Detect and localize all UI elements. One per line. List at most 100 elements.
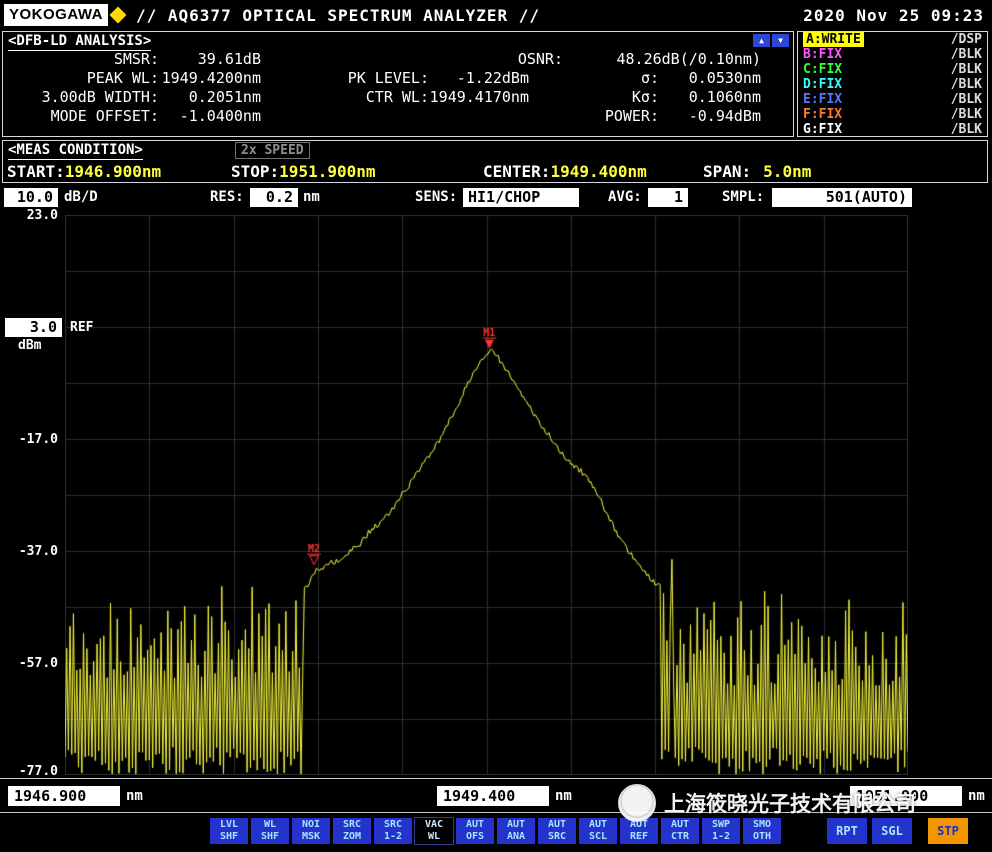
stop-value: 1951.900nm [279, 162, 375, 181]
res-field[interactable]: 0.2 [250, 188, 298, 207]
start-value: 1946.900nm [65, 162, 161, 181]
app-title: // AQ6377 OPTICAL SPECTRUM ANALYZER // [136, 6, 540, 25]
smpl-label: SMPL: [722, 189, 764, 205]
softkey-aut-scl[interactable]: AUTSCL [579, 818, 617, 844]
power-value: -0.94dBm [659, 107, 761, 125]
divider-above-toolbar [0, 812, 992, 813]
ref-level-field[interactable]: 3.0 [5, 318, 62, 337]
stp-button[interactable]: STP [928, 818, 968, 844]
spectrum-canvas [65, 215, 908, 775]
softkey-lvl-shf[interactable]: LVLSHF [210, 818, 248, 844]
osnr-value: 48.26dB(/0.10nm) [609, 50, 761, 68]
trace-g-name: G:FIX [803, 122, 842, 137]
trace-e-name: E:FIX [803, 92, 842, 107]
softkey-wl-shf[interactable]: WLSHF [251, 818, 289, 844]
meas-condition-panel: <MEAS CONDITION> 2x SPEED START:1946.900… [2, 140, 988, 183]
softkey-swp-1-2[interactable]: SWP1-2 [702, 818, 740, 844]
smpl-field[interactable]: 501(AUTO) [772, 188, 912, 207]
trace-row-e[interactable]: E:FIX /BLK [798, 92, 987, 107]
sigma-label: σ: [559, 69, 659, 87]
trace-row-g[interactable]: G:FIX /BLK [798, 122, 987, 137]
pk-level-value: -1.22dBm [429, 69, 529, 87]
start-wl-field[interactable]: 1946.900 [8, 786, 120, 806]
trace-row-a[interactable]: A:WRITE /DSP [798, 32, 987, 47]
trace-f-mode: /BLK [951, 107, 982, 122]
x-left-unit: nm [126, 788, 143, 804]
sigma-value: 0.0530nm [659, 69, 761, 87]
start-wl-group: START:1946.900nm [7, 162, 161, 181]
level-scale-field[interactable]: 10.0 [4, 188, 58, 207]
span-group: SPAN: 5.0nm [703, 162, 811, 181]
trace-row-b[interactable]: B:FIX /BLK [798, 47, 987, 62]
trace-d-mode: /BLK [951, 77, 982, 92]
dfb-panel-title: <DFB-LD ANALYSIS> [8, 33, 151, 51]
trace-status-panel: A:WRITE /DSP B:FIX /BLK C:FIX /BLK D:FIX… [797, 31, 988, 137]
speed-badge: 2x SPEED [235, 142, 310, 159]
sens-value: HI1/CHOP [468, 188, 540, 206]
center-wl-group: CENTER:1949.400nm [483, 162, 647, 181]
ref-label: REF [70, 320, 93, 335]
y-axis-label-m57: -57.0 [8, 656, 58, 671]
center-value: 1949.400nm [550, 162, 646, 181]
smsr-label: SMSR: [11, 50, 159, 68]
span-label: SPAN: [703, 162, 751, 181]
softkey-vac-wl[interactable]: VACWL [415, 818, 453, 844]
peak-wl-label: PEAK WL: [11, 69, 159, 87]
pk-level-label: PK LEVEL: [279, 69, 429, 87]
trace-c-mode: /BLK [951, 62, 982, 77]
softkey-noi-msk[interactable]: NOIMSK [292, 818, 330, 844]
osa-screen: YOKOGAWA // AQ6377 OPTICAL SPECTRUM ANAL… [0, 0, 992, 852]
softkey-aut-ref[interactable]: AUTREF [620, 818, 658, 844]
up-arrow-icon: ▲ [759, 36, 764, 45]
trace-g-mode: /BLK [951, 122, 982, 137]
ctr-wl-value: 1949.4170nm [429, 88, 529, 106]
trace-c-name: C:FIX [803, 62, 842, 77]
sens-field[interactable]: HI1/CHOP [463, 188, 579, 207]
down-arrow-icon: ▼ [778, 36, 783, 45]
width-3db-value: 0.2051nm [159, 88, 261, 106]
trace-e-mode: /BLK [951, 92, 982, 107]
dfb-analysis-panel: <DFB-LD ANALYSIS> ▲ ▼ SMSR: 39.61dB OSNR… [2, 31, 794, 137]
level-scale-value: 10.0 [17, 188, 53, 206]
res-label: RES: [210, 189, 244, 205]
trace-row-d[interactable]: D:FIX /BLK [798, 77, 987, 92]
sgl-button[interactable]: SGL [872, 818, 912, 844]
avg-value: 1 [674, 188, 683, 206]
title-bar: YOKOGAWA // AQ6377 OPTICAL SPECTRUM ANAL… [0, 0, 992, 30]
osnr-label: OSNR: [413, 50, 563, 68]
res-value: 0.2 [266, 188, 293, 206]
trace-a-name: A:WRITE [803, 32, 864, 47]
yokogawa-logo: YOKOGAWA [4, 4, 108, 26]
scroll-down-button[interactable]: ▼ [772, 34, 789, 47]
trace-f-name: F:FIX [803, 107, 842, 122]
logo-diamond-icon [110, 7, 127, 24]
center-label: CENTER: [483, 162, 550, 181]
stop-label: STOP: [231, 162, 279, 181]
level-scale-unit: dB/D [64, 189, 98, 205]
softkey-src-zom[interactable]: SRCZOM [333, 818, 371, 844]
avg-field[interactable]: 1 [648, 188, 688, 207]
ctr-wl-label: CTR WL: [279, 88, 429, 106]
watermark-logo-icon [618, 784, 656, 822]
trace-b-name: B:FIX [803, 47, 842, 62]
center-wl-field[interactable]: 1949.400 [437, 786, 549, 806]
trace-b-mode: /BLK [951, 47, 982, 62]
softkey-aut-src[interactable]: AUTSRC [538, 818, 576, 844]
scroll-up-button[interactable]: ▲ [753, 34, 770, 47]
x-right-unit: nm [968, 788, 985, 804]
span-value: 5.0nm [763, 162, 811, 181]
softkey-aut-ctr[interactable]: AUTCTR [661, 818, 699, 844]
softkey-smo-oth[interactable]: SMOOTH [743, 818, 781, 844]
trace-row-c[interactable]: C:FIX /BLK [798, 62, 987, 77]
softkey-aut-ana[interactable]: AUTANA [497, 818, 535, 844]
y-axis-label-m17: -17.0 [8, 432, 58, 447]
stop-wl-field[interactable]: 1951.900 [850, 786, 962, 806]
x-center-value: 1949.400 [443, 787, 515, 805]
trace-row-f[interactable]: F:FIX /BLK [798, 107, 987, 122]
meas-panel-title: <MEAS CONDITION> [8, 142, 143, 160]
res-unit: nm [303, 189, 320, 205]
softkey-src-1-2[interactable]: SRC1-2 [374, 818, 412, 844]
softkey-aut-ofs[interactable]: AUTOFS [456, 818, 494, 844]
start-label: START: [7, 162, 65, 181]
rpt-button[interactable]: RPT [827, 818, 867, 844]
